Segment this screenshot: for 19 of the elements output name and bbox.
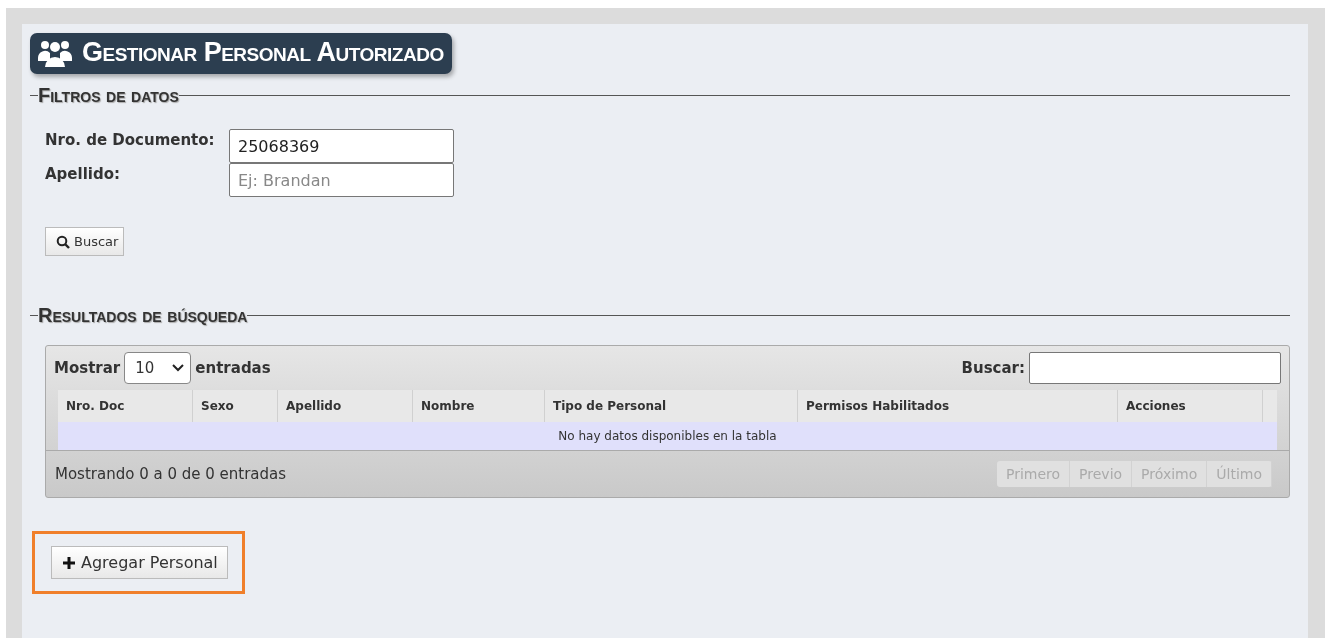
page-title: Gestionar Personal Autorizado (30, 33, 452, 74)
plus-icon (63, 556, 75, 569)
table-info: Mostrando 0 a 0 de 0 entradas (55, 465, 287, 483)
section-legend: Resultados de búsqueda (38, 304, 248, 327)
search-field[interactable] (1029, 351, 1281, 384)
field-label: Apellido: (45, 164, 121, 183)
empty-message: No hay datos disponibles en la tabla (58, 422, 1277, 450)
add-button[interactable]: Agregar Personal (51, 546, 228, 579)
length-label: entradas (195, 358, 271, 377)
field-label: Nro. de Documento: (45, 130, 216, 149)
search-button[interactable]: Buscar (45, 227, 125, 256)
length-label: Mostrar (54, 358, 121, 377)
text-field[interactable]: 25068369 (229, 129, 454, 163)
search-label: Buscar: (961, 358, 1025, 377)
chevron-down-icon (172, 363, 185, 372)
page-size-select[interactable]: 10 (124, 351, 192, 384)
search-icon (56, 234, 70, 249)
text-field[interactable]: Ej: Brandan (229, 163, 454, 197)
section-legend: Filtros de datos (38, 84, 179, 107)
